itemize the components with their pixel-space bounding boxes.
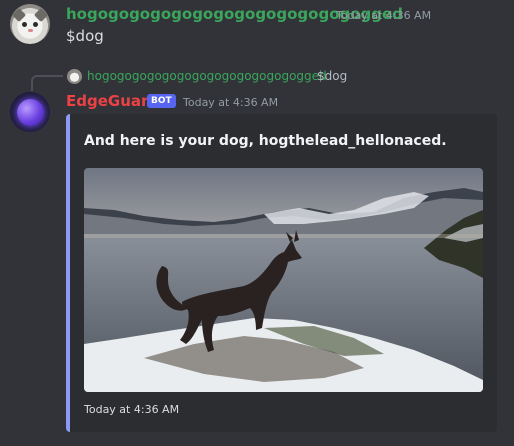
message-content: $dog (66, 27, 104, 45)
bot-timestamp: Today at 4:36 AM (183, 96, 279, 109)
bot-badge: BOT (147, 94, 176, 108)
reply-content[interactable]: $dog (317, 69, 347, 83)
bot-username[interactable]: EdgeGuard (66, 92, 159, 110)
embed-description: And here is your dog, hogthelead_hellona… (84, 133, 447, 149)
bot-avatar[interactable] (10, 92, 50, 132)
embed-dog-image[interactable] (84, 168, 483, 392)
reply-avatar[interactable] (67, 69, 82, 84)
reply-username[interactable]: hogogogogogogogogogogogogogogged (87, 69, 327, 83)
user-avatar[interactable] (10, 4, 50, 44)
embed-footer: Today at 4:36 AM (84, 403, 180, 416)
message-timestamp: Today at 4:36 AM (336, 9, 432, 22)
reply-spine (31, 75, 63, 91)
